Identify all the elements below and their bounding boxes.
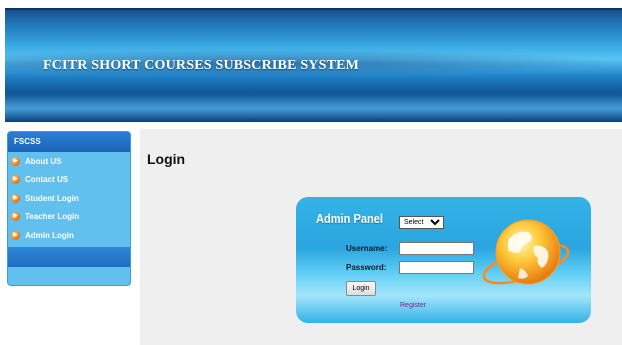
header-banner: FCITR SHORT COURSES SUBSCRIBE SYSTEM <box>5 8 622 122</box>
sidebar-item-label: About US <box>25 156 62 166</box>
site-title: FCITR SHORT COURSES SUBSCRIBE SYSTEM <box>43 58 360 73</box>
sidebar-item-label: Admin Login <box>25 230 74 240</box>
login-button[interactable]: Login <box>346 281 376 296</box>
page-title: Login <box>147 151 186 167</box>
admin-panel: Admin Panel Select Username: Password: L… <box>296 197 591 323</box>
sidebar-item-label: Student Login <box>25 193 79 203</box>
arrow-bullet-icon: ▶ <box>11 212 20 222</box>
sidebar-item-contact-us[interactable]: ▶ Contact US <box>8 171 130 190</box>
register-link[interactable]: Register <box>400 302 426 309</box>
password-label: Password: <box>346 263 387 272</box>
sidebar-item-about-us[interactable]: ▶ About US <box>8 152 130 171</box>
sidebar-item-student-login[interactable]: ▶ Student Login <box>8 189 130 208</box>
arrow-bullet-icon: ▶ <box>11 156 20 166</box>
sidebar-item-label: Teacher Login <box>25 212 80 222</box>
sidebar-item-teacher-login[interactable]: ▶ Teacher Login <box>8 208 130 227</box>
arrow-bullet-icon: ▶ <box>11 175 20 185</box>
role-select[interactable]: Select <box>399 216 444 229</box>
header-shine <box>5 92 622 122</box>
globe-icon <box>482 219 570 285</box>
sidebar-item-admin-login[interactable]: ▶ Admin Login <box>8 226 130 245</box>
admin-panel-heading: Admin Panel <box>316 211 383 226</box>
sidebar-heading: FSCSS <box>8 132 130 152</box>
arrow-bullet-icon: ▶ <box>11 230 20 240</box>
username-field[interactable] <box>399 242 474 255</box>
sidebar: FSCSS ▶ About US ▶ Contact US ▶ Student … <box>7 131 131 286</box>
sidebar-item-label: Contact US <box>25 175 69 185</box>
username-label: Username: <box>346 244 388 253</box>
password-field[interactable] <box>399 261 474 274</box>
sidebar-menu: ▶ About US ▶ Contact US ▶ Student Login … <box>8 152 130 245</box>
sidebar-footer-band <box>8 247 130 267</box>
arrow-bullet-icon: ▶ <box>11 193 20 203</box>
